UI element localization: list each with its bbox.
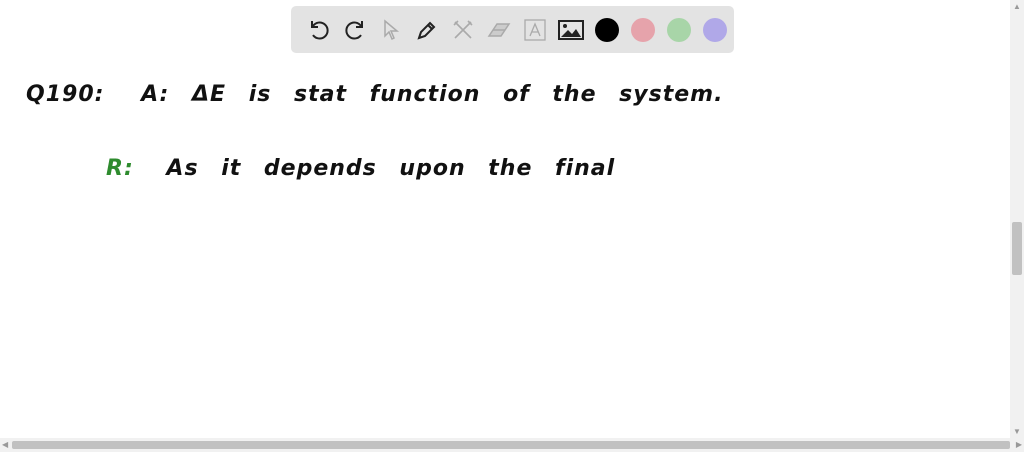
reason-text: As it depends upon the final: [166, 156, 616, 181]
color-purple[interactable]: [697, 12, 733, 48]
color-green[interactable]: [661, 12, 697, 48]
handwritten-line-1: Q190: A: ΔE is stat function of the syst…: [26, 82, 723, 107]
text-box-icon[interactable]: [517, 12, 553, 48]
horizontal-scrollbar[interactable]: ◀ ▶: [0, 438, 1024, 452]
tools-icon[interactable]: [445, 12, 481, 48]
image-icon[interactable]: [553, 12, 589, 48]
color-pink[interactable]: [625, 12, 661, 48]
undo-icon[interactable]: [301, 12, 337, 48]
pen-icon[interactable]: [409, 12, 445, 48]
color-black[interactable]: [589, 12, 625, 48]
redo-icon[interactable]: [337, 12, 373, 48]
horizontal-scroll-thumb[interactable]: [12, 441, 1010, 449]
drawing-toolbar: [291, 6, 734, 53]
question-label: Q190:: [26, 82, 105, 107]
vertical-scrollbar[interactable]: ▲ ▼: [1010, 0, 1024, 438]
handwritten-line-2: R: As it depends upon the final: [106, 156, 615, 181]
vertical-scroll-thumb[interactable]: [1012, 222, 1022, 275]
eraser-icon[interactable]: [481, 12, 517, 48]
select-cursor-icon[interactable]: [373, 12, 409, 48]
assertion-text: A: ΔE is stat function of the system.: [141, 82, 724, 107]
reason-label: R:: [106, 156, 134, 181]
